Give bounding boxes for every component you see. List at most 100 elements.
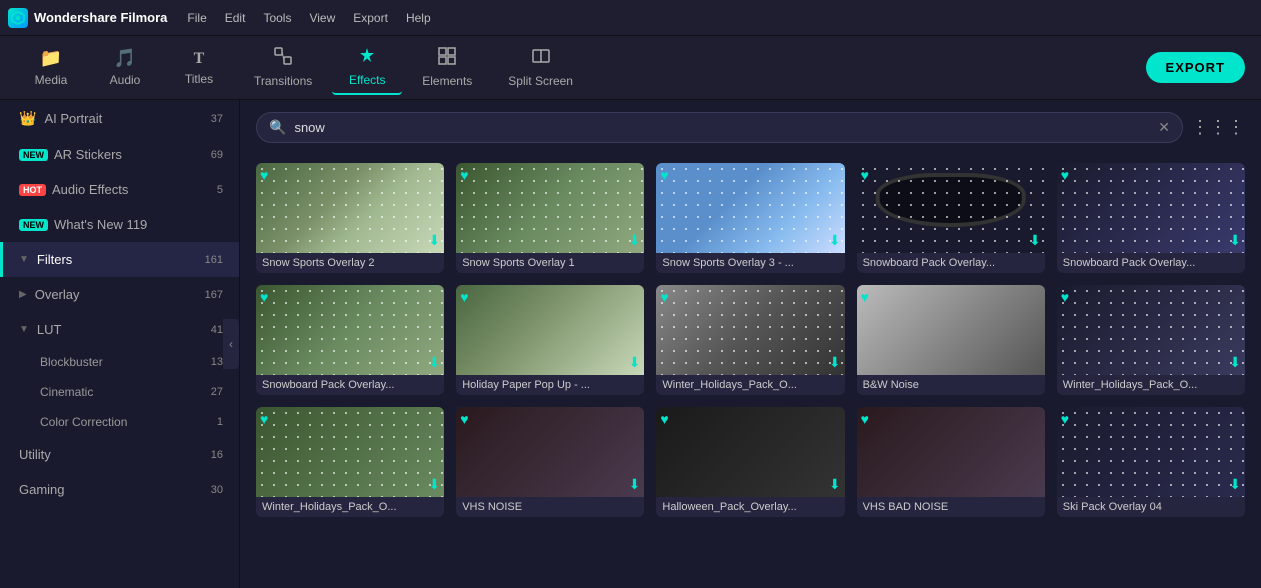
thumb-img-6: ♥ ⬇: [256, 285, 444, 375]
dl-icon-13: ⬇: [829, 476, 841, 493]
sidebar-item-lut[interactable]: ▼ LUT 41: [0, 312, 239, 347]
thumb-label-7: Holiday Paper Pop Up - ...: [456, 375, 644, 395]
sidebar: 👑 AI Portrait 37 NEW AR Stickers 69 HOT …: [0, 100, 240, 588]
sidebar-label-filters: Filters: [37, 252, 72, 267]
fav-icon-3: ♥: [660, 167, 668, 183]
sidebar-label-audio-effects: Audio Effects: [52, 182, 128, 197]
fav-icon-4: ♥: [861, 167, 869, 183]
sidebar-sub-blockbuster[interactable]: Blockbuster 13: [0, 347, 239, 377]
thumb-img-14: ♥: [857, 407, 1045, 497]
toolbar-effects[interactable]: Effects: [332, 40, 402, 95]
fav-icon-8: ♥: [660, 289, 668, 305]
sidebar-sub-cinematic[interactable]: Cinematic 27: [0, 377, 239, 407]
sidebar-item-filters[interactable]: ▼ Filters 161: [0, 242, 239, 277]
sidebar-item-whats-new[interactable]: NEW What's New 119: [0, 207, 239, 242]
menu-edit[interactable]: Edit: [225, 11, 246, 25]
thumb-snow-sports-overlay-1[interactable]: ♥ ⬇ Snow Sports Overlay 1: [456, 163, 644, 273]
dl-icon-4: ⬇: [1029, 232, 1041, 249]
snow-effect-3: [656, 163, 844, 253]
snow-effect-5: [1057, 163, 1245, 253]
dl-icon-7: ⬇: [629, 354, 641, 371]
grid-toggle-icon[interactable]: ⋮⋮⋮: [1191, 117, 1245, 138]
fav-icon-6: ♥: [260, 289, 268, 305]
thumb-img-1: ♥ ⬇: [256, 163, 444, 253]
menu-help[interactable]: Help: [406, 11, 431, 25]
thumb-ski-pack-overlay[interactable]: ♥ ⬇ Ski Pack Overlay 04: [1057, 407, 1245, 517]
sidebar-item-gaming[interactable]: Gaming 30: [0, 472, 239, 507]
thumb-vhs-noise[interactable]: ♥ ⬇ VHS NOISE: [456, 407, 644, 517]
sidebar-badge-gaming: 30: [211, 484, 223, 496]
sidebar-item-overlay[interactable]: ▶ Overlay 167: [0, 277, 239, 312]
export-button[interactable]: EXPORT: [1146, 52, 1245, 83]
thumb-snow-sports-overlay-2[interactable]: ♥ ⬇ Snow Sports Overlay 2: [256, 163, 444, 273]
hot-tag-audio: HOT: [19, 184, 46, 196]
sidebar-item-ar-stickers[interactable]: NEW AR Stickers 69: [0, 137, 239, 172]
thumb-winter-holidays-pack-9[interactable]: ♥ ⬇ Winter_Holidays_Pack_O...: [1057, 285, 1245, 395]
fav-icon-7: ♥: [460, 289, 468, 305]
thumb-winter-holidays-pack-8[interactable]: ♥ ⬇ Winter_Holidays_Pack_O...: [656, 285, 844, 395]
sidebar-collapse-button[interactable]: ‹: [223, 319, 239, 369]
sidebar-sub-label-blockbuster: Blockbuster: [40, 355, 103, 369]
thumb-img-11: ♥ ⬇: [256, 407, 444, 497]
thumb-holiday-paper-popup[interactable]: ♥ ⬇ Holiday Paper Pop Up - ...: [456, 285, 644, 395]
sidebar-item-utility[interactable]: Utility 16: [0, 437, 239, 472]
toolbar: 📁 Media 🎵 Audio T Titles Transitions Eff…: [0, 36, 1261, 100]
thumb-label-11: Winter_Holidays_Pack_O...: [256, 497, 444, 517]
thumb-snowboard-pack-5[interactable]: ♥ ⬇ Snowboard Pack Overlay...: [1057, 163, 1245, 273]
menu-file[interactable]: File: [187, 11, 206, 25]
clear-search-icon[interactable]: ✕: [1158, 119, 1170, 136]
sidebar-label-lut: LUT: [37, 322, 62, 337]
thumb-vhs-bad-noise[interactable]: ♥ VHS BAD NOISE: [857, 407, 1045, 517]
expand-icon-lut: ▼: [19, 324, 29, 335]
thumb-snow-sports-overlay-3[interactable]: ♥ ⬇ Snow Sports Overlay 3 - ...: [656, 163, 844, 273]
sidebar-item-audio-effects[interactable]: HOT Audio Effects 5: [0, 172, 239, 207]
thumb-snowboard-pack-4[interactable]: ♥ ⬇ Snowboard Pack Overlay...: [857, 163, 1045, 273]
search-input[interactable]: [294, 120, 1150, 135]
dl-icon-1: ⬇: [428, 232, 440, 249]
fav-icon-2: ♥: [460, 167, 468, 183]
expand-icon-overlay: ▶: [19, 289, 27, 300]
dl-icon-15: ⬇: [1229, 476, 1241, 493]
fav-icon-14: ♥: [861, 411, 869, 427]
snow-effect-2: [456, 163, 644, 253]
sidebar-sub-badge-blockbuster: 13: [211, 356, 223, 368]
thumb-img-3: ♥ ⬇: [656, 163, 844, 253]
thumb-winter-holidays-pack-11[interactable]: ♥ ⬇ Winter_Holidays_Pack_O...: [256, 407, 444, 517]
thumb-label-15: Ski Pack Overlay 04: [1057, 497, 1245, 517]
dl-icon-5: ⬇: [1229, 232, 1241, 249]
fav-icon-5: ♥: [1061, 167, 1069, 183]
thumb-img-8: ♥ ⬇: [656, 285, 844, 375]
thumb-img-7: ♥ ⬇: [456, 285, 644, 375]
fav-icon-9: ♥: [861, 289, 869, 305]
snow-effect-8: [656, 285, 844, 375]
sidebar-sub-label-color-correction: Color Correction: [40, 415, 127, 429]
sidebar-badge-ai-portrait: 37: [211, 113, 223, 125]
sidebar-sub-color-correction[interactable]: Color Correction 1: [0, 407, 239, 437]
sidebar-sub-badge-color-correction: 1: [217, 416, 223, 428]
toolbar-titles[interactable]: T Titles: [164, 44, 234, 92]
thumb-halloween-pack[interactable]: ♥ ⬇ Halloween_Pack_Overlay...: [656, 407, 844, 517]
snow-effect-10: [1057, 285, 1245, 375]
menu-bar: File Edit Tools View Export Help: [187, 11, 430, 25]
menu-export[interactable]: Export: [353, 11, 388, 25]
toolbar-split-screen[interactable]: Split Screen: [492, 41, 589, 94]
snow-effect-6: [256, 285, 444, 375]
sidebar-badge-ar-stickers: 69: [211, 149, 223, 161]
menu-view[interactable]: View: [309, 11, 335, 25]
toolbar-audio[interactable]: 🎵 Audio: [90, 42, 160, 93]
thumb-img-9: ♥: [857, 285, 1045, 375]
sidebar-label-gaming: Gaming: [19, 482, 65, 497]
menu-tools[interactable]: Tools: [263, 11, 291, 25]
toolbar-transitions[interactable]: Transitions: [238, 41, 328, 94]
toolbar-media[interactable]: 📁 Media: [16, 42, 86, 93]
thumb-bw-noise[interactable]: ♥ B&W Noise: [857, 285, 1045, 395]
fav-icon-13: ♥: [660, 411, 668, 427]
search-wrapper: 🔍 ✕: [256, 112, 1183, 143]
toolbar-elements[interactable]: Elements: [406, 41, 488, 94]
thumb-snowboard-pack-6[interactable]: ♥ ⬇ Snowboard Pack Overlay...: [256, 285, 444, 395]
media-icon: 📁: [40, 48, 62, 69]
logo-icon: [8, 8, 28, 28]
goggles-effect-4: [875, 173, 1026, 227]
thumb-label-1: Snow Sports Overlay 2: [256, 253, 444, 273]
sidebar-item-ai-portrait[interactable]: 👑 AI Portrait 37: [0, 100, 239, 137]
